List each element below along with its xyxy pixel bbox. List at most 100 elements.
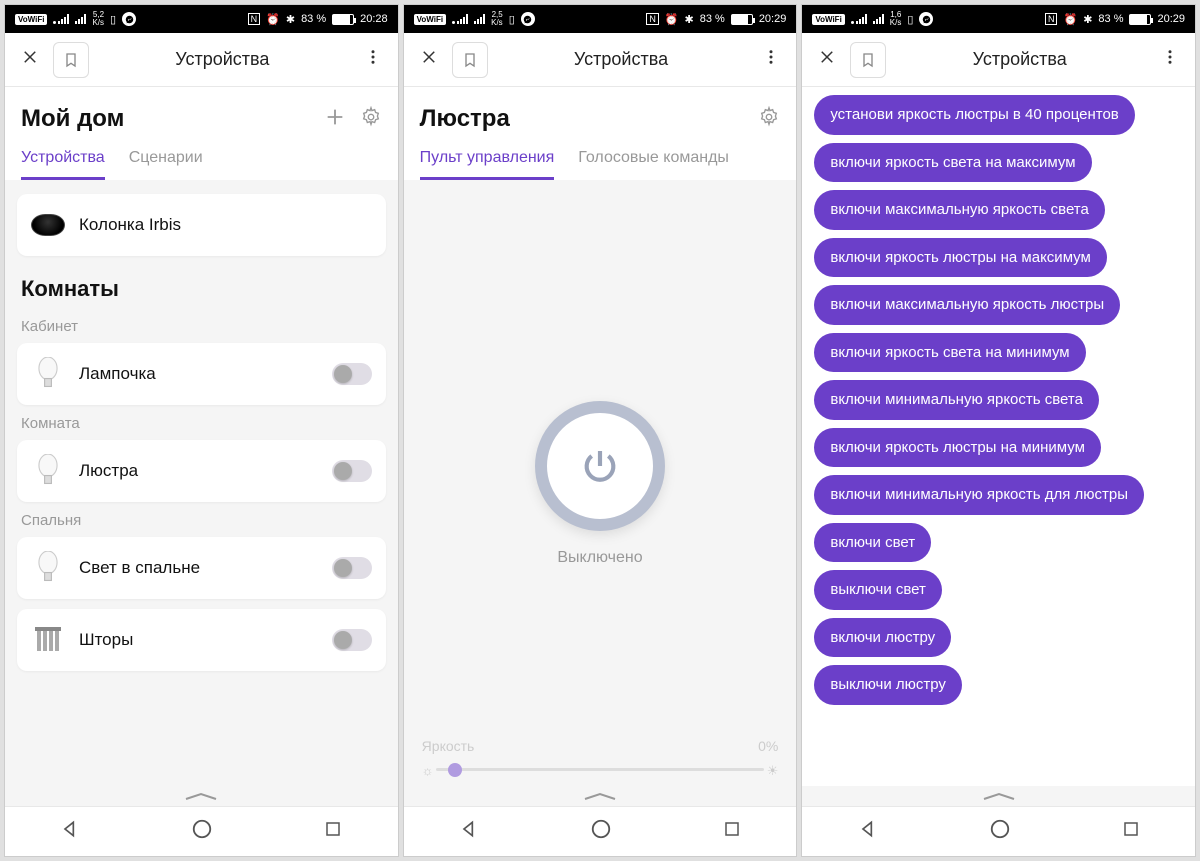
voice-command-chip[interactable]: включи максимальную яркость света [814,190,1105,230]
alarm-icon: ⏰ [665,13,679,26]
nav-recent-button[interactable] [324,820,342,843]
device-card[interactable]: Лампочка [17,343,386,405]
bulb-icon [31,551,65,585]
phone-screen-2: VoWiFi 2,5K/s ▯ N ⏰ ✱ 83 % 20:29 Устройс… [403,4,798,857]
voice-command-chip[interactable]: включи минимальную яркость для люстры [814,475,1144,515]
device-name: Лампочка [79,364,318,384]
curtain-icon [31,623,65,657]
device-title: Люстра [420,105,745,133]
device-name: Люстра [79,461,318,481]
voice-command-chip[interactable]: включи яркость света на максимум [814,143,1091,183]
room-label-1: Комната [5,405,398,440]
swipe-up-handle[interactable] [404,786,797,806]
menu-button[interactable] [356,48,390,71]
voice-command-chip[interactable]: включи минимальную яркость света [814,380,1099,420]
voice-command-chip[interactable]: включи яркость люстры на максимум [814,238,1106,278]
nav-recent-button[interactable] [1122,820,1140,843]
nav-back-button[interactable] [459,819,479,844]
browser-bar: Устройства [802,33,1195,87]
nfc-icon: N [248,13,261,25]
nav-home-button[interactable] [989,818,1011,845]
signal-icon [452,14,468,24]
voice-command-chip[interactable]: установи яркость люстры в 40 процентов [814,95,1134,135]
voice-command-chip[interactable]: выключи свет [814,570,942,610]
page-title[interactable]: Устройства [892,49,1147,70]
settings-button[interactable] [758,106,780,133]
menu-button[interactable] [754,48,788,71]
page-title[interactable]: Устройства [494,49,749,70]
net-speed: 1,6K/s [890,11,902,27]
nav-back-button[interactable] [858,819,878,844]
tab-devices[interactable]: Устройства [21,149,105,180]
device-card[interactable]: Люстра [17,440,386,502]
sun-low-icon: ☼ [422,763,434,778]
battery-icon [332,14,354,25]
battery-pct: 83 % [1098,13,1123,25]
power-control: Выключено [404,180,797,728]
messenger-icon [919,12,933,26]
tab-voice-commands[interactable]: Голосовые команды [578,149,729,180]
nfc-icon: N [646,13,659,25]
alarm-icon: ⏰ [266,13,280,26]
voice-command-chip[interactable]: включи люстру [814,618,951,658]
sim-icon: ▯ [509,13,515,26]
toggle-switch[interactable] [332,460,372,482]
close-button[interactable] [412,48,446,71]
power-status: Выключено [557,549,642,567]
settings-button[interactable] [360,106,382,133]
voice-command-chip[interactable]: включи максимальную яркость люстры [814,285,1120,325]
nav-bar [802,806,1195,856]
tabs: Устройства Сценарии [21,149,382,180]
net-speed: 5,2K/s [92,11,104,27]
bookmark-button[interactable] [452,42,488,78]
clock: 20:29 [1157,13,1185,25]
device-card[interactable]: Свет в спальне [17,537,386,599]
bulb-icon [31,454,65,488]
page-title[interactable]: Устройства [95,49,350,70]
signal-icon [53,14,69,24]
bluetooth-icon: ✱ [1083,13,1092,26]
power-button[interactable] [535,401,665,531]
bookmark-button[interactable] [850,42,886,78]
toggle-switch[interactable] [332,363,372,385]
toggle-switch[interactable] [332,629,372,651]
tab-scenarios[interactable]: Сценарии [129,149,203,180]
device-name: Шторы [79,630,318,650]
main-content: Люстра Пульт управления Голосовые команд… [404,87,797,786]
device-name: Свет в спальне [79,558,318,578]
home-title: Мой дом [21,105,310,133]
brightness-value: 0% [758,738,778,754]
swipe-up-handle[interactable] [802,786,1195,806]
close-button[interactable] [13,48,47,71]
bulb-icon [31,357,65,391]
bluetooth-icon: ✱ [286,13,295,26]
brightness-control: Яркость 0% ☼ ☀ [404,728,797,786]
nav-recent-button[interactable] [723,820,741,843]
bookmark-button[interactable] [53,42,89,78]
main-content[interactable]: установи яркость люстры в 40 процентов вк… [802,87,1195,786]
clock: 20:28 [360,13,388,25]
nav-home-button[interactable] [191,818,213,845]
sun-high-icon: ☀ [767,763,779,779]
voice-command-chip[interactable]: включи яркость света на минимум [814,333,1085,373]
voice-command-chip[interactable]: включи яркость люстры на минимум [814,428,1101,468]
phone-screen-3: VoWiFi 1,6K/s ▯ N ⏰ ✱ 83 % 20:29 Устройс… [801,4,1196,857]
voice-command-chip[interactable]: включи свет [814,523,931,563]
nav-back-button[interactable] [60,819,80,844]
voice-command-chip[interactable]: выключи люстру [814,665,962,705]
menu-button[interactable] [1153,48,1187,71]
voice-commands-list: установи яркость люстры в 40 процентов вк… [802,87,1195,713]
device-card[interactable]: Шторы [17,609,386,671]
tab-control[interactable]: Пульт управления [420,149,555,180]
speaker-card[interactable]: Колонка Irbis [17,194,386,256]
signal-icon [851,14,867,24]
status-bar: VoWiFi 2,5K/s ▯ N ⏰ ✱ 83 % 20:29 [404,5,797,33]
net-speed: 2,5K/s [491,11,503,27]
add-button[interactable] [324,106,346,133]
close-button[interactable] [810,48,844,71]
battery-icon [731,14,753,25]
swipe-up-handle[interactable] [5,786,398,806]
nav-home-button[interactable] [590,818,612,845]
toggle-switch[interactable] [332,557,372,579]
brightness-slider[interactable]: ☼ ☀ [422,758,779,782]
